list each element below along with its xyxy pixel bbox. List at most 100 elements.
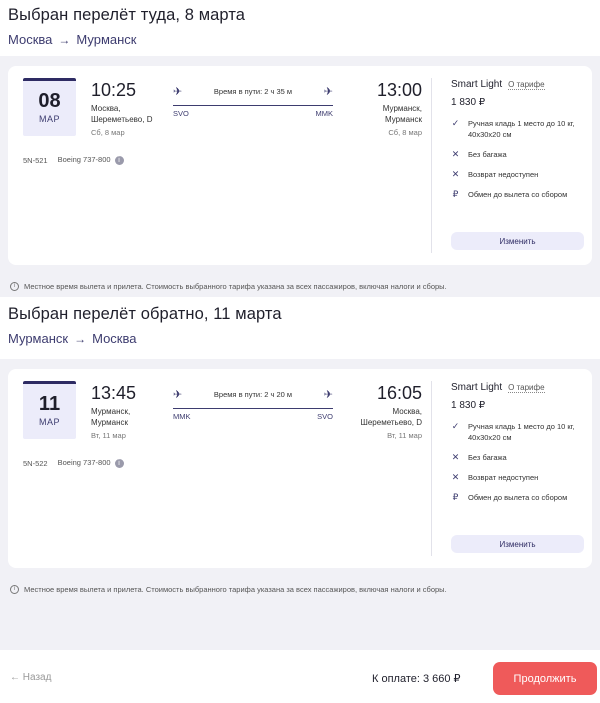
arrival-date: Сб, 8 мар — [388, 128, 422, 137]
tariff-features: ✓ Ручная кладь 1 место до 10 кг, 40х30х20… — [451, 118, 584, 200]
arrival-city-line1: Мурманск, — [382, 104, 422, 113]
feature-item: ✓ Ручная кладь 1 место до 10 кг, 40х30х20… — [451, 118, 575, 139]
inbound-title: Выбран перелёт обратно, 11 марта — [8, 305, 282, 323]
arrival-city-line2: Мурманск — [385, 115, 422, 124]
change-flight-button[interactable]: Изменить — [451, 535, 584, 553]
feature-item: ✕ Без багажа — [451, 149, 507, 159]
cross-icon: ✕ — [451, 149, 460, 159]
arrival-info: 13:00 Мурманск, Мурманск Сб, 8 мар — [377, 80, 422, 137]
duration: Время в пути: 2 ч 35 м — [213, 86, 293, 96]
check-icon: ✓ — [451, 118, 460, 128]
tariff-features: ✓ Ручная кладь 1 место до 10 кг, 40х30х20… — [451, 421, 584, 503]
inbound-header: Выбран перелёт обратно, 11 марта Мурманс… — [0, 297, 600, 359]
route-to: Мурманск — [76, 32, 137, 47]
departure-city-line2: Шереметьево, D — [91, 115, 153, 124]
arrival-city: Мурманск, Мурманск — [377, 103, 422, 125]
divider — [431, 381, 432, 556]
outbound-title: Выбран перелёт туда, 8 марта — [8, 6, 246, 24]
feature-item: ✕ Возврат недоступен — [451, 472, 539, 482]
cross-icon: ✕ — [451, 452, 460, 462]
ruble-icon: ₽ — [452, 189, 459, 199]
landing-icon: ✈ — [323, 388, 333, 401]
inbound-area: 11 МАР 13:45 Мурманск, Мурманск Вт, 11 м… — [0, 359, 600, 600]
flight-number: 5N-521 — [23, 155, 48, 165]
flight-details: 5N-522 Boeing 737-800 i — [23, 458, 124, 468]
feature-item: ✕ Без багажа — [451, 452, 507, 462]
change-flight-button[interactable]: Изменить — [451, 232, 584, 250]
tariff-price: 1 830 ₽ — [451, 400, 486, 411]
departure-city: Москва, Шереметьево, D — [91, 103, 152, 125]
outbound-route: Москва → Мурманск — [8, 32, 592, 47]
flight-details: 5N-521 Boeing 737-800 i — [23, 155, 124, 165]
info-icon: i — [10, 281, 19, 291]
arrival-date: Вт, 11 мар — [387, 431, 422, 440]
destination-code: MMK — [315, 109, 334, 118]
departure-city-line2: Мурманск — [91, 418, 128, 427]
cross-icon: ✕ — [451, 169, 460, 179]
duration: Время в пути: 2 ч 20 м — [213, 389, 293, 399]
departure-city-line1: Москва, — [91, 104, 121, 113]
flight-path: ✈ Время в пути: 2 ч 20 м ✈ MMK SVO — [173, 387, 333, 421]
date-month: МАР — [38, 114, 60, 124]
inbound-flight-card: 11 МАР 13:45 Мурманск, Мурманск Вт, 11 м… — [8, 369, 592, 568]
continue-button[interactable]: Продолжить — [493, 662, 597, 695]
takeoff-icon: ✈ — [173, 85, 183, 98]
info-icon[interactable]: i — [114, 459, 124, 468]
arrow-right-icon: → — [74, 331, 87, 346]
footer-bar: ← Назад К оплате: 3 660 ₽ Продолжить — [0, 650, 600, 703]
outbound-header: Выбран перелёт туда, 8 марта Москва → Му… — [0, 0, 600, 56]
aircraft-model: Boeing 737-800 i — [58, 458, 124, 468]
feature-item: ₽ Обмен до вылета со сбором — [452, 492, 568, 502]
ruble-icon: ₽ — [452, 492, 459, 502]
departure-date: Вт, 11 мар — [91, 431, 126, 440]
tariff-panel: Smart Light О тарифе 1 830 ₽ ✓ Ручная кла… — [451, 382, 584, 512]
pricing-note: i Местное время вылета и прилета. Стоимо… — [8, 265, 592, 297]
back-link[interactable]: ← Назад — [10, 672, 51, 683]
date-month: МАР — [38, 417, 60, 427]
date-day: 11 — [38, 393, 61, 415]
date-badge: 11 МАР — [23, 381, 76, 439]
landing-icon: ✈ — [323, 85, 333, 98]
flight-number: 5N-522 — [23, 458, 48, 468]
divider — [431, 78, 432, 253]
outbound-flight-card: 08 МАР 10:25 Москва, Шереметьево, D Сб, … — [8, 66, 592, 265]
pricing-note: i Местное время вылета и прилета. Стоимо… — [8, 568, 592, 600]
tariff-price: 1 830 ₽ — [451, 97, 486, 108]
feature-item: ✓ Ручная кладь 1 место до 10 кг, 40х30х20… — [451, 421, 575, 442]
tariff-info-link[interactable]: О тарифе — [508, 383, 545, 393]
arrival-time: 13:00 — [376, 80, 422, 100]
arrival-info: 16:05 Москва, Шереметьево, D Вт, 11 мар — [361, 383, 422, 440]
note-text: Местное время вылета и прилета. Стоимост… — [24, 584, 447, 594]
path-line — [173, 408, 333, 409]
feature-item: ₽ Обмен до вылета со сбором — [452, 189, 568, 199]
arrow-right-icon: → — [58, 32, 71, 47]
total-amount: К оплате: 3 660 ₽ — [372, 673, 461, 685]
departure-time: 13:45 — [91, 383, 137, 403]
arrival-city-line2: Шереметьево, D — [360, 418, 422, 427]
check-icon: ✓ — [451, 421, 460, 431]
date-day: 08 — [38, 90, 61, 112]
date-badge: 08 МАР — [23, 78, 76, 136]
inbound-route: Мурманск → Москва — [8, 331, 592, 346]
destination-code: SVO — [317, 412, 333, 421]
origin-code: SVO — [173, 109, 189, 118]
aircraft-model: Boeing 737-800 i — [58, 155, 124, 165]
info-icon[interactable]: i — [114, 156, 124, 165]
origin-code: MMK — [173, 412, 191, 421]
tariff-name: Smart Light — [451, 79, 503, 90]
departure-city-line1: Мурманск, — [91, 407, 131, 416]
departure-info: 13:45 Мурманск, Мурманск Вт, 11 мар — [91, 383, 136, 440]
takeoff-icon: ✈ — [173, 388, 183, 401]
departure-info: 10:25 Москва, Шереметьево, D Сб, 8 мар — [91, 80, 152, 137]
arrival-city: Москва, Шереметьево, D — [361, 406, 422, 428]
flight-path: ✈ Время в пути: 2 ч 35 м ✈ SVO MMK — [173, 84, 333, 118]
departure-date: Сб, 8 мар — [91, 128, 125, 137]
route-from: Москва — [8, 32, 53, 47]
departure-time: 10:25 — [91, 80, 137, 100]
departure-city: Мурманск, Мурманск — [91, 406, 136, 428]
arrival-time: 16:05 — [376, 383, 422, 403]
cross-icon: ✕ — [451, 472, 460, 482]
tariff-info-link[interactable]: О тарифе — [508, 80, 545, 90]
route-to: Москва — [92, 331, 137, 346]
path-line — [173, 105, 333, 106]
